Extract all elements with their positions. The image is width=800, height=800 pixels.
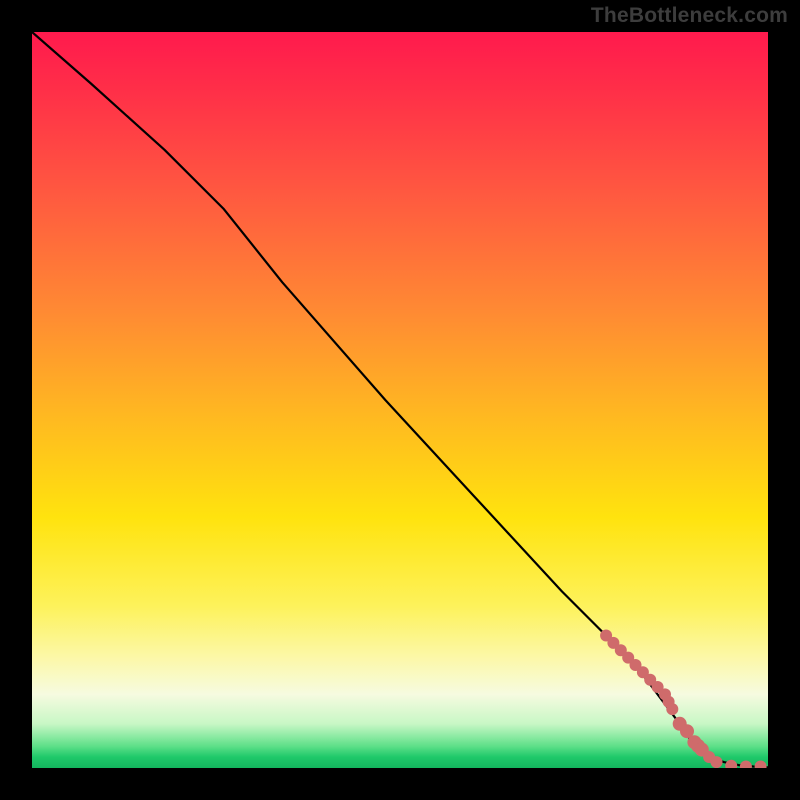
data-point [755,761,767,769]
data-point [666,703,678,715]
watermark-text: TheBottleneck.com [591,4,788,28]
data-markers [600,630,767,769]
bottleneck-curve [32,32,768,767]
data-point [725,760,737,768]
data-point [740,761,752,769]
chart-overlay [32,32,768,768]
plot-area [32,32,768,768]
data-point [711,756,723,768]
chart-stage: TheBottleneck.com [0,0,800,800]
